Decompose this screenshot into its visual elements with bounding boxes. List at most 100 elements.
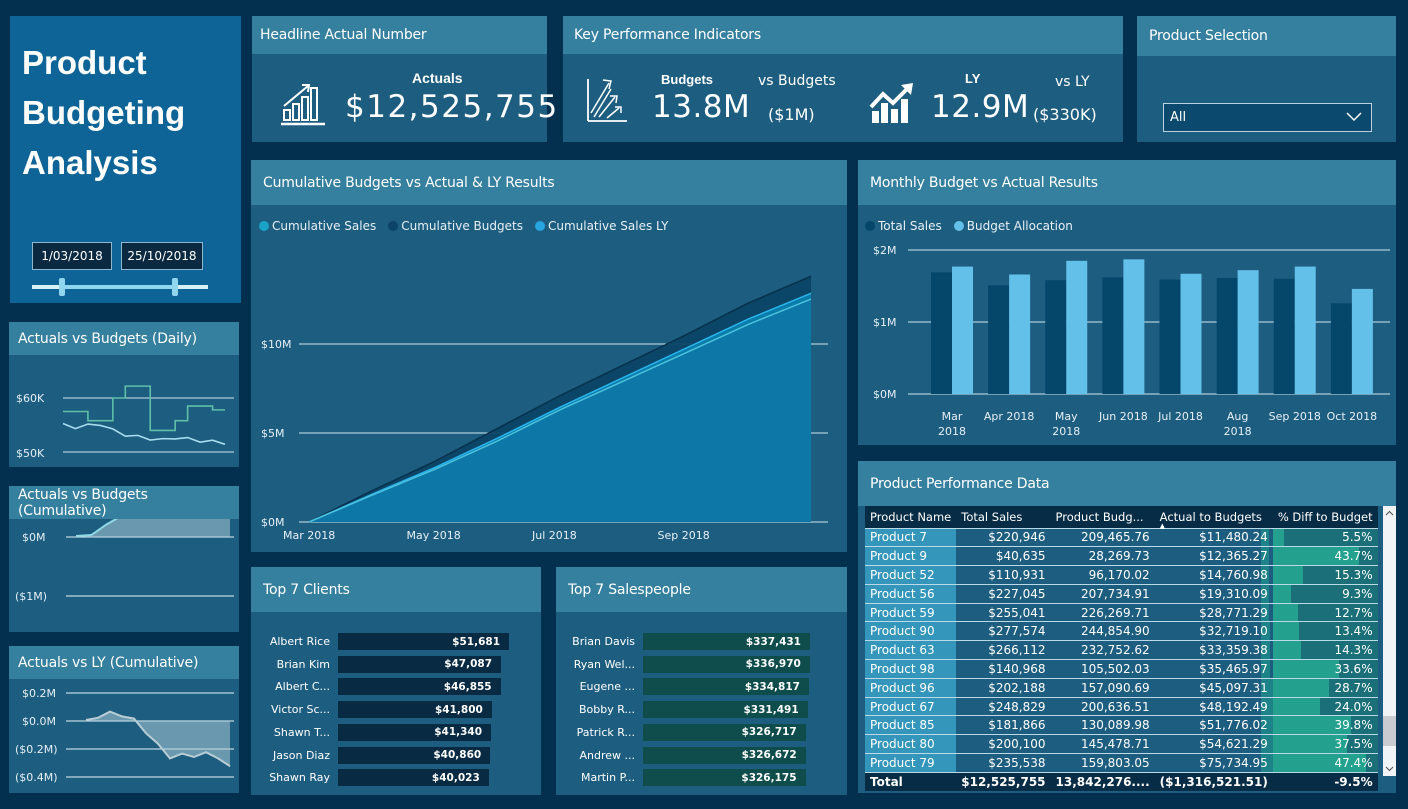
bar-sales[interactable] xyxy=(1159,279,1181,394)
bar-sales[interactable] xyxy=(1330,303,1352,394)
cell-total-diff: ($1,316,521.51) xyxy=(1154,771,1273,792)
scrollbar-thumb[interactable] xyxy=(1383,716,1396,746)
table-row[interactable]: Product 52 $110,931 96,170.02 $14,760.98 15.… xyxy=(865,565,1378,585)
y-tick-label: $1M xyxy=(873,316,897,329)
bar-budget[interactable] xyxy=(1123,259,1145,394)
bar-sales[interactable] xyxy=(988,285,1010,394)
y-tick-0.2m: $0.2M xyxy=(22,687,56,700)
bar-value[interactable]: $334,817 xyxy=(643,678,809,696)
bar-sales[interactable] xyxy=(1102,277,1124,394)
cum-budget-chart-title: Actuals vs Budgets (Cumulative) xyxy=(9,486,239,519)
table-row[interactable]: Product 96 $202,188 157,090.69 $45,097.31 28… xyxy=(865,677,1378,698)
bar-budget[interactable] xyxy=(1237,270,1259,394)
bar-value[interactable]: $326,175 xyxy=(643,769,806,787)
bar-row[interactable]: Brian Davis $337,431 xyxy=(556,633,847,650)
bar-row[interactable]: Albert Rice $51,681 xyxy=(251,633,541,650)
bar-sales[interactable] xyxy=(1045,280,1067,394)
cumulative-chart-card: Cumulative Budgets vs Actual & LY Result… xyxy=(251,160,847,552)
bar-row[interactable]: Albert C... $46,855 xyxy=(251,678,541,696)
bar-row[interactable]: Andrew ... $326,672 xyxy=(556,746,847,764)
cell-product-budget: 207,734.91 xyxy=(1050,583,1155,604)
bar-row[interactable]: Eugene ... $334,817 xyxy=(556,678,847,696)
headline-card: Headline Actual Number Actuals $12,525,7… xyxy=(252,16,557,142)
y-tick-neg1m: ($1M) xyxy=(15,590,47,603)
bar-budget[interactable] xyxy=(952,266,973,394)
scroll-down-icon[interactable] xyxy=(1385,766,1394,772)
bar-value[interactable]: $337,431 xyxy=(643,633,810,650)
bar-value[interactable]: $40,860 xyxy=(338,746,491,764)
date-range-slider[interactable] xyxy=(32,278,208,296)
bar-value[interactable]: $41,800 xyxy=(338,701,492,719)
table-row[interactable]: Product 63 $266,112 232,752.62 $33,359.38 14… xyxy=(865,640,1378,660)
scroll-up-icon[interactable] xyxy=(1385,510,1394,516)
bar-row[interactable]: Shawn T... $41,340 xyxy=(251,723,541,741)
bar-sales[interactable] xyxy=(931,272,952,394)
table-row[interactable]: Product 90 $277,574 244,854.90 $32,719.10 13… xyxy=(865,621,1378,641)
bar-budget[interactable] xyxy=(1009,274,1031,394)
bar-row[interactable]: Ryan Wel... $336,970 xyxy=(556,655,847,673)
bar-row[interactable]: Jason Diaz $40,860 xyxy=(251,746,541,764)
table-row[interactable]: Product 67 $248,829 200,636.51 $48,192.49 24… xyxy=(865,696,1378,716)
budget-arrows-icon xyxy=(587,79,627,122)
col-total-sales[interactable]: Total Sales xyxy=(956,506,1051,528)
bar-budget[interactable] xyxy=(1066,260,1088,394)
end-date-input[interactable]: 25/10/2018 xyxy=(121,242,203,270)
cell-pct-diff: 37.5% xyxy=(1272,734,1378,754)
bar-budget[interactable] xyxy=(1351,288,1373,394)
monthly-chart-card: Monthly Budget vs Actual Results Total S… xyxy=(858,160,1396,445)
cell-pct-diff: 33.6% xyxy=(1272,659,1378,679)
bar-value[interactable]: $46,855 xyxy=(338,678,501,696)
start-date-input[interactable]: 1/03/2018 xyxy=(32,242,112,270)
bar-budget[interactable] xyxy=(1294,266,1316,394)
y-tick-label: $0M xyxy=(261,516,285,529)
slider-start-handle[interactable] xyxy=(58,278,65,296)
cell-product-name: Product 98 xyxy=(865,659,957,679)
bar-row[interactable]: Brian Kim $47,087 xyxy=(251,655,541,673)
bar-row[interactable]: Shawn Ray $40,023 xyxy=(251,769,541,787)
bar-value[interactable]: $41,340 xyxy=(338,723,492,741)
cell-total-sales: $140,968 xyxy=(956,659,1051,679)
bar-value[interactable]: $47,087 xyxy=(338,655,502,673)
cell-product-name: Product 90 xyxy=(865,621,957,641)
bar-row[interactable]: Martin P... $326,175 xyxy=(556,769,847,787)
bar-row[interactable]: Patrick R... $326,717 xyxy=(556,723,847,741)
bar-category-label: Shawn Ray xyxy=(269,771,330,785)
table-row[interactable]: Product 7 $220,946 209,465.76 $11,480.24 5.5… xyxy=(865,527,1378,547)
product-dropdown[interactable]: All xyxy=(1163,103,1372,132)
bar-value[interactable]: $40,023 xyxy=(338,769,489,787)
budgets-label: Budgets xyxy=(661,72,713,87)
col-actual-to-budgets[interactable]: Actual to Budgets ▲ xyxy=(1154,506,1273,530)
bar-value[interactable]: $51,681 xyxy=(338,633,509,650)
table-row[interactable]: Product 56 $227,045 207,734.91 $19,310.09 9.… xyxy=(865,583,1378,604)
bar-value[interactable]: $336,970 xyxy=(643,655,810,673)
col-pct-diff[interactable]: % Diff to Budget xyxy=(1272,506,1378,528)
bar-sales[interactable] xyxy=(1216,278,1238,394)
table-scrollbar[interactable] xyxy=(1383,506,1396,776)
table-row[interactable]: Product 80 $200,100 145,478.71 $54,621.29 37… xyxy=(865,734,1378,754)
x-tick-label: May xyxy=(1055,410,1078,423)
x-tick-label: Oct 2018 xyxy=(1327,410,1378,423)
table-row[interactable]: Product 9 $40,635 28,269.73 $12,365.27 43.7% xyxy=(865,546,1378,566)
slider-end-handle[interactable] xyxy=(171,278,178,296)
bar-value[interactable]: $331,491 xyxy=(643,701,808,719)
cell-actual-to-budgets: $45,097.31 xyxy=(1154,677,1273,698)
bar-value[interactable]: $326,717 xyxy=(643,723,806,741)
bar-category-label: Ryan Wel... xyxy=(573,657,635,671)
bar-row[interactable]: Victor Sc... $41,800 xyxy=(251,701,541,719)
bar-row[interactable]: Bobby R... $331,491 xyxy=(556,701,847,719)
table-row[interactable]: Product 59 $255,041 226,269.71 $28,771.29 12… xyxy=(865,602,1378,622)
table-row[interactable]: Product 98 $140,968 105,502.03 $35,465.97 33… xyxy=(865,659,1378,679)
col-product-budget[interactable]: Product Budg... xyxy=(1050,506,1155,528)
bar-value[interactable]: $326,672 xyxy=(643,746,806,764)
bar-sales[interactable] xyxy=(1273,278,1295,394)
data-bar xyxy=(1272,697,1320,716)
title-line-2: Budgeting xyxy=(22,94,186,131)
table-row[interactable]: Product 79 $235,538 159,803.05 $75,734.95 47… xyxy=(865,753,1378,773)
bar-budget[interactable] xyxy=(1180,273,1202,394)
col-product-name[interactable]: Product Name xyxy=(865,506,957,528)
top-salespeople-card: Top 7 Salespeople Brian Davis $337,431 Rya… xyxy=(556,567,847,795)
cell-total-sales: $235,538 xyxy=(956,753,1051,773)
cell-product-budget: 157,090.69 xyxy=(1050,677,1155,698)
table-row[interactable]: Product 85 $181,866 130,089.98 $51,776.02 39… xyxy=(865,715,1378,735)
top-salespeople-title: Top 7 Salespeople xyxy=(556,567,847,612)
